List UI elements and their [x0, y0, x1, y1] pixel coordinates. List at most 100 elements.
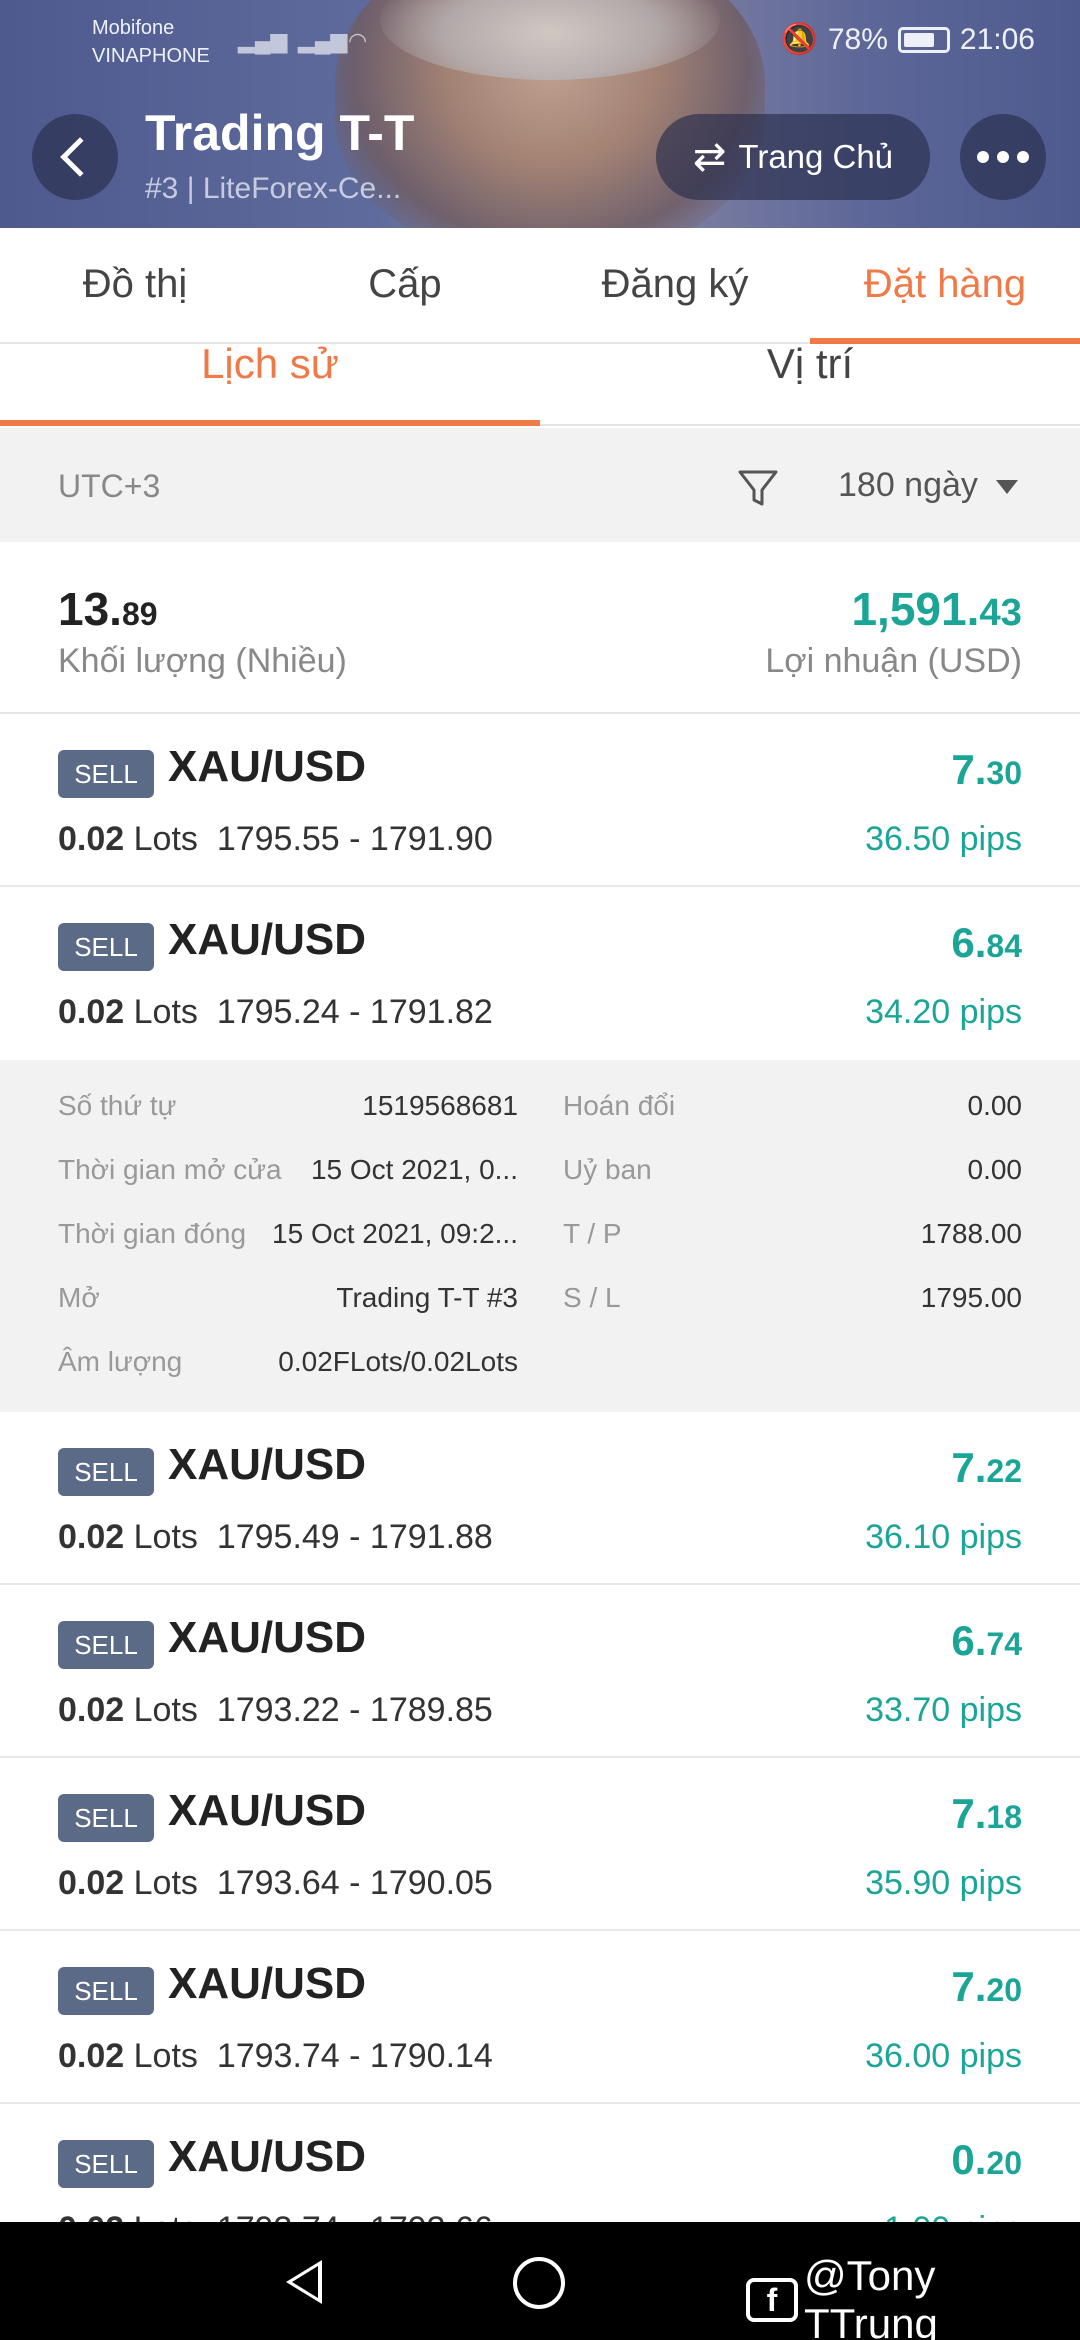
- order-number-value: 1519568681: [362, 1090, 518, 1121]
- price-range: 1793.74 - 1790.14: [216, 2037, 493, 2075]
- active-subtab-indicator: [0, 420, 540, 426]
- detail-row: Thời gian mở cửa 15 Oct 2021, 0... Uỷ ba…: [0, 1154, 1080, 1218]
- app-header: Mobifone VINAPHONE ▂▄▆ ▂▄▆ ◠ 🔕 78% 21:06…: [0, 0, 1080, 228]
- side-badge: SELL: [58, 2140, 154, 2188]
- pl-dec: 18: [986, 1799, 1022, 1835]
- pl-int: 7.: [951, 1790, 987, 1837]
- home-button[interactable]: ⇄ Trang Chủ: [656, 114, 930, 200]
- lot-size: 0.02: [58, 1518, 125, 1556]
- profit-loss: 7.30: [951, 746, 1022, 794]
- sub-tabs: Lịch sử Vị trí: [0, 340, 1080, 426]
- symbol: XAU/USD: [168, 1613, 367, 1662]
- price-range: 1795.55 - 1791.90: [216, 820, 493, 858]
- summary-panel: 13.89 Khối lượng (Nhiều) 1,591.43 Lợi nh…: [0, 542, 1080, 714]
- lot-unit: Lots: [133, 1691, 198, 1729]
- nav-back-icon[interactable]: [286, 2260, 322, 2304]
- side-badge: SELL: [58, 1967, 154, 2015]
- profit-int: 1,591.: [851, 583, 980, 635]
- more-button[interactable]: [960, 114, 1046, 200]
- price-range: 1793.64 - 1790.05: [216, 1864, 493, 1902]
- opened-by-label: Mở: [58, 1282, 100, 1313]
- tab-chart[interactable]: Đồ thị: [0, 262, 270, 307]
- volume-dec: 89: [121, 596, 158, 632]
- trade-row[interactable]: SELL XAU/USD 0.02 Lots 1793.22 - 1789.85…: [0, 1585, 1080, 1758]
- tab-orders[interactable]: Đặt hàng: [810, 262, 1080, 307]
- price-range: 1795.24 - 1791.82: [216, 993, 493, 1031]
- profit-loss: 6.84: [951, 919, 1022, 967]
- pips: 36.10 pips: [865, 1518, 1022, 1556]
- pips: 33.70 pips: [865, 1691, 1022, 1729]
- profit-loss: 0.20: [951, 2136, 1022, 2184]
- open-time-label: Thời gian mở cửa: [58, 1154, 282, 1185]
- more-dot: [1017, 151, 1029, 163]
- detail-row: Âm lượng 0.02FLots/0.02Lots: [0, 1346, 1080, 1410]
- facebook-icon: f: [746, 2278, 798, 2322]
- symbol: XAU/USD: [168, 915, 367, 964]
- trade-list: SELL XAU/USD 0.02 Lots 1795.55 - 1791.90…: [0, 714, 1080, 2277]
- lot-unit: Lots: [133, 2037, 198, 2075]
- tab-subscribe[interactable]: Đăng ký: [540, 262, 810, 307]
- swap-value: 0.00: [967, 1090, 1023, 1121]
- battery-icon: [897, 26, 950, 53]
- lots-info: 0.02 Lots 1795.55 - 1791.90: [58, 820, 493, 859]
- pl-dec: 74: [986, 1626, 1022, 1662]
- subtab-history[interactable]: Lịch sử: [0, 340, 540, 388]
- commission-value: 0.00: [967, 1154, 1023, 1185]
- commission-label: Uỷ ban: [563, 1154, 652, 1185]
- volume-label: Khối lượng (Nhiều): [58, 642, 347, 680]
- signal-icon-2: ▂▄▆: [298, 28, 348, 53]
- lot-size: 0.02: [58, 993, 125, 1031]
- trade-row[interactable]: SELL XAU/USD 0.02 Lots 1793.74 - 1790.14…: [0, 1931, 1080, 2104]
- lots-info: 0.02 Lots 1793.64 - 1790.05: [58, 1864, 493, 1903]
- more-dot: [997, 151, 1009, 163]
- stop-loss-value: 1795.00: [920, 1282, 1022, 1313]
- lots-info: 0.02 Lots 1795.49 - 1791.88: [58, 1518, 493, 1557]
- detail-row: Số thứ tự 1519568681 Hoán đổi 0.00: [0, 1090, 1080, 1154]
- filter-icon[interactable]: [734, 464, 782, 512]
- profit-value: 1,591.43: [851, 582, 1022, 636]
- profit-label: Lợi nhuận (USD): [765, 642, 1022, 680]
- symbol: XAU/USD: [168, 2132, 367, 2181]
- pl-dec: 30: [986, 755, 1022, 791]
- pips: 34.20 pips: [865, 993, 1022, 1031]
- pl-dec: 20: [986, 2145, 1022, 2181]
- subtab-positions[interactable]: Vị trí: [540, 340, 1080, 388]
- status-right: 🔕 78% 21:06: [781, 22, 1035, 57]
- lot-unit: Lots: [133, 1518, 198, 1556]
- pl-int: 6.: [951, 919, 987, 966]
- lot-size: 0.02: [58, 1691, 125, 1729]
- carrier-1: Mobifone: [92, 17, 175, 39]
- filter-bar: UTC+3 180 ngày: [0, 428, 1080, 542]
- watermark-text: @Tony TTrung: [803, 2252, 938, 2340]
- trade-row[interactable]: SELL XAU/USD 0.02 Lots 1793.64 - 1790.05…: [0, 1758, 1080, 1931]
- profit-loss: 7.22: [951, 1444, 1022, 1492]
- pl-dec: 84: [986, 928, 1022, 964]
- lots-info: 0.02 Lots 1793.74 - 1790.14: [58, 2037, 493, 2076]
- lot-unit: Lots: [133, 820, 198, 858]
- carrier-info: Mobifone VINAPHONE: [92, 14, 210, 70]
- lot-unit: Lots: [133, 993, 198, 1031]
- trade-row[interactable]: SELL XAU/USD 0.02 Lots 1795.55 - 1791.90…: [0, 714, 1080, 887]
- period-select[interactable]: 180 ngày: [838, 466, 978, 505]
- profit-loss: 7.18: [951, 1790, 1022, 1838]
- detail-row: Mở Trading T-T #3 S / L 1795.00: [0, 1282, 1080, 1346]
- chevron-left-icon: [60, 137, 100, 177]
- detail-row: Thời gian đóng 15 Oct 2021, 09:2... T / …: [0, 1218, 1080, 1282]
- caret-down-icon[interactable]: [996, 480, 1018, 494]
- back-button[interactable]: [32, 114, 118, 200]
- volume-detail-label: Âm lượng: [58, 1346, 183, 1377]
- profit-dec: 43: [979, 591, 1022, 634]
- symbol: XAU/USD: [168, 1440, 367, 1489]
- volume-detail-value: 0.02FLots/0.02Lots: [278, 1346, 518, 1377]
- symbol: XAU/USD: [168, 1786, 367, 1835]
- nav-home-icon[interactable]: [513, 2257, 565, 2309]
- side-badge: SELL: [58, 1621, 154, 1669]
- main-tabs: Đồ thị Cấp Đăng ký Đặt hàng: [0, 228, 1080, 344]
- carrier-2: VINAPHONE: [92, 45, 210, 67]
- lot-unit: Lots: [133, 1864, 198, 1902]
- tab-level[interactable]: Cấp: [270, 262, 540, 307]
- timezone-label: UTC+3: [58, 468, 161, 504]
- trade-row[interactable]: SELL XAU/USD 0.02 Lots 1795.49 - 1791.88…: [0, 1412, 1080, 1585]
- trade-row[interactable]: SELL XAU/USD 0.02 Lots 1795.24 - 1791.82…: [0, 887, 1080, 1060]
- swap-icon: ⇄: [692, 135, 727, 179]
